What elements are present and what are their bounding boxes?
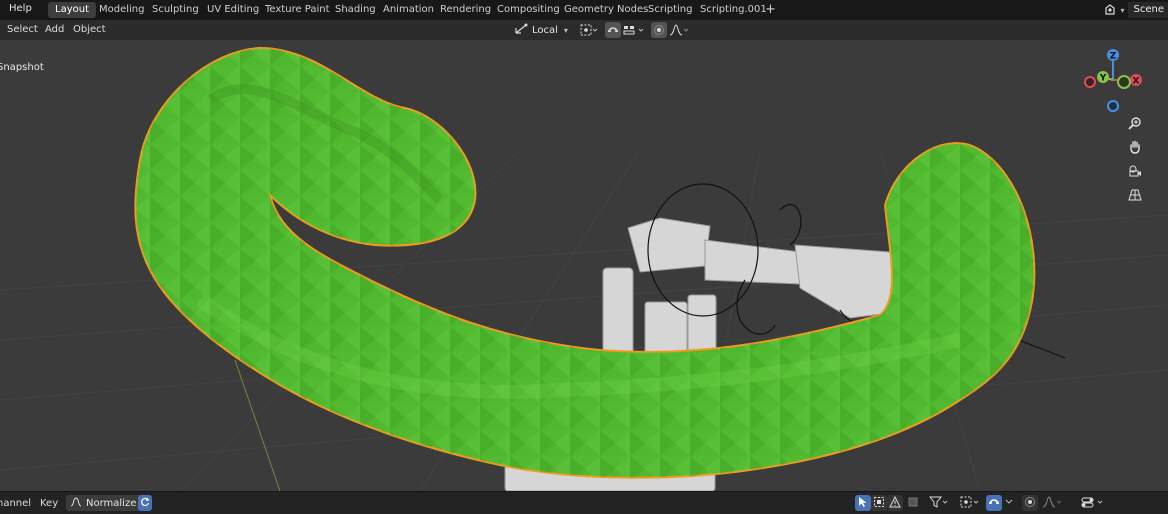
falloff-dropdown[interactable] <box>1040 495 1064 511</box>
normalize-curve-icon <box>70 496 82 511</box>
chevron-down-icon: ▾ <box>1120 6 1124 15</box>
filter-icon <box>929 496 949 511</box>
view-options-dropdown[interactable] <box>1080 495 1106 511</box>
tab-rendering[interactable]: Rendering <box>433 2 498 18</box>
zoom-in-icon <box>1128 116 1142 133</box>
tab-texture-paint[interactable]: Texture Paint <box>258 2 337 18</box>
snapshot-label: Snapshot <box>0 62 44 73</box>
timeline-header: Channel Key Normalize <box>0 491 1168 514</box>
top-bar: Help Layout Modeling Sculpting UV Editin… <box>0 0 1168 20</box>
pivot-dropdown[interactable] <box>958 495 982 511</box>
gizmo-z-label: Z <box>1110 52 1117 62</box>
gizmo-y-label: Y <box>1099 74 1107 84</box>
viewport-scene[interactable] <box>0 40 1168 491</box>
chevron-down-icon <box>1004 497 1014 510</box>
orientation-icon <box>514 23 528 38</box>
proportional-edit-toggle[interactable] <box>1022 495 1038 511</box>
transform-orientation-dropdown[interactable]: Local ▾ <box>511 22 571 38</box>
menu-key[interactable]: Key <box>40 498 58 509</box>
3d-viewport[interactable]: Snapshot Z Y X <box>0 40 1168 491</box>
zoom-button[interactable] <box>1125 114 1145 134</box>
perspective-toggle-button[interactable] <box>1125 186 1145 206</box>
tab-uv-editing[interactable]: UV Editing <box>200 2 266 18</box>
tab-animation[interactable]: Animation <box>376 2 441 18</box>
navigation-gizmo[interactable]: Z Y X <box>1080 45 1150 115</box>
orientation-label: Local <box>532 25 558 36</box>
grid-icon <box>1128 188 1142 205</box>
refresh-button[interactable] <box>138 495 152 511</box>
square-icon <box>907 496 919 511</box>
warning-button[interactable] <box>887 495 903 511</box>
cursor-arrow-icon <box>858 496 868 511</box>
auto-snap-toggle[interactable] <box>986 495 1002 511</box>
menu-channel[interactable]: Channel <box>0 498 31 509</box>
magnet-icon <box>988 496 1000 511</box>
camera-view-button[interactable] <box>1125 162 1145 182</box>
menu-add[interactable]: Add <box>45 24 64 35</box>
toggle-options-icon <box>1081 496 1105 511</box>
menu-help[interactable]: Help <box>9 3 32 14</box>
tab-compositing[interactable]: Compositing <box>490 2 567 18</box>
scene-name[interactable]: Scene <box>1128 2 1168 18</box>
snap-target-button[interactable] <box>622 22 646 38</box>
tab-layout[interactable]: Layout <box>48 2 96 18</box>
snap-dropdown[interactable] <box>1002 495 1016 511</box>
box-select-button[interactable] <box>871 495 887 511</box>
tab-scripting[interactable]: Scripting <box>641 2 699 18</box>
warning-icon <box>889 496 901 511</box>
tab-sculpting[interactable]: Sculpting <box>145 2 206 18</box>
camera-icon <box>1128 164 1142 181</box>
scene-selector[interactable]: ▾ Scene <box>1101 2 1168 18</box>
hand-icon <box>1128 140 1142 157</box>
select-tool-button[interactable] <box>855 495 871 511</box>
add-workspace-button[interactable]: + <box>765 2 776 18</box>
pan-button[interactable] <box>1125 138 1145 158</box>
menu-object[interactable]: Object <box>73 24 106 35</box>
tab-scripting-001[interactable]: Scripting.001 <box>693 2 774 18</box>
tab-shading[interactable]: Shading <box>328 2 383 18</box>
proportional-edit-toggle[interactable] <box>651 22 667 38</box>
gizmo-neg-x <box>1085 77 1095 87</box>
pivot-point-button[interactable] <box>578 22 600 38</box>
box-select-icon <box>873 496 885 511</box>
graph-toggle-button[interactable] <box>905 495 921 511</box>
tab-modeling[interactable]: Modeling <box>92 2 152 18</box>
refresh-icon <box>140 497 150 510</box>
pivot-icon <box>960 496 980 511</box>
menu-select[interactable]: Select <box>7 24 38 35</box>
proportional-falloff-button[interactable] <box>668 22 690 38</box>
normalize-label: Normalize <box>86 498 136 509</box>
tube-mesh <box>135 48 1034 478</box>
scene-icon <box>1101 3 1119 17</box>
filter-dropdown[interactable] <box>927 495 951 511</box>
falloff-curve-icon <box>1042 496 1062 511</box>
chevron-down-icon: ▾ <box>564 26 568 35</box>
gizmo-neg-z <box>1108 101 1118 111</box>
gizmo-neg-y <box>1118 76 1130 88</box>
gizmo-x-label: X <box>1133 77 1140 87</box>
snap-toggle[interactable] <box>605 22 621 38</box>
viewport-header: Select Add Object Local ▾ <box>0 20 1168 40</box>
proportional-icon <box>1024 496 1036 511</box>
